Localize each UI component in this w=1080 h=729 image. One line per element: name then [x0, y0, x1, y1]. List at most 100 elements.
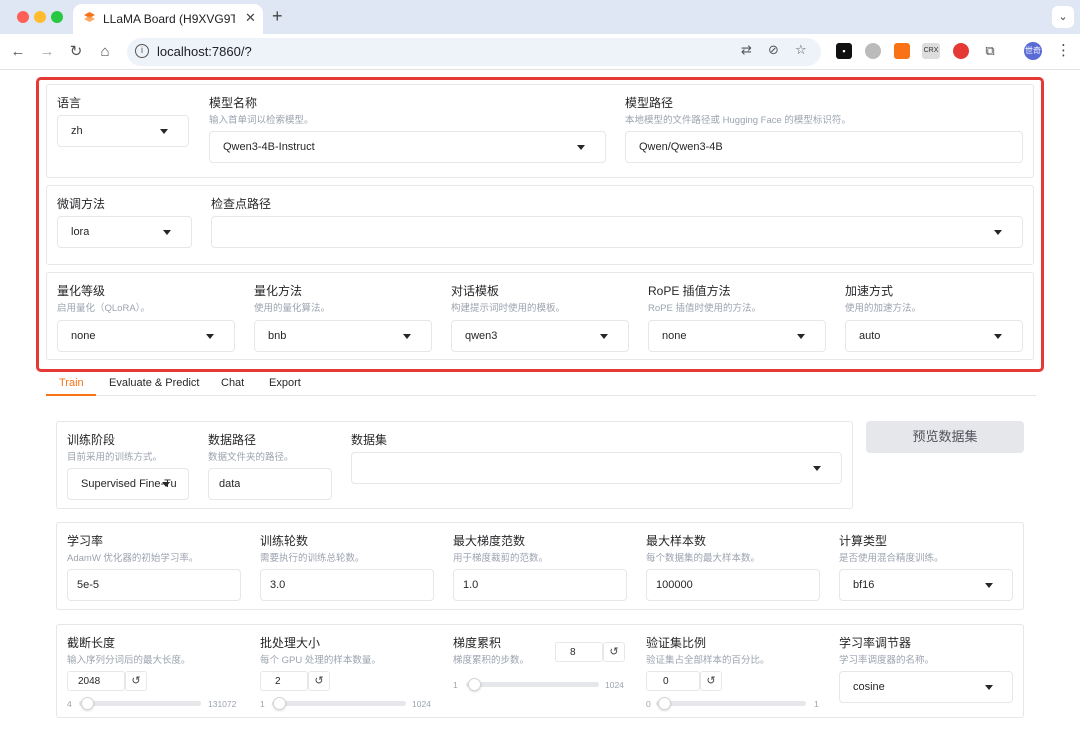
batch-number-input[interactable]: 2 — [260, 671, 308, 691]
max-grad-input[interactable]: 1.0 — [453, 569, 627, 601]
max-samples-label: 最大样本数 — [646, 534, 707, 548]
star-icon[interactable]: ☆ — [795, 42, 807, 58]
back-icon[interactable]: ← — [7, 41, 29, 63]
quant-method-dropdown[interactable]: bnb — [254, 320, 432, 352]
val-size-slider-thumb[interactable] — [658, 697, 671, 710]
chevron-down-icon — [994, 334, 1002, 339]
translate-icon[interactable]: ⇄ — [741, 42, 752, 58]
cutoff-max: 131072 — [208, 699, 237, 709]
val-size-slider[interactable] — [656, 701, 806, 706]
model-path-input[interactable]: Qwen/Qwen3-4B — [625, 131, 1023, 163]
reset-icon[interactable]: ↺ — [603, 642, 625, 662]
finetune-dropdown[interactable]: lora — [57, 216, 192, 248]
extension-icon[interactable]: ▪ — [836, 43, 852, 59]
max-samples-info: 每个数据集的最大样本数。 — [646, 553, 761, 564]
puzzle-icon[interactable]: ⧉ — [982, 43, 998, 59]
booster-dropdown[interactable]: auto — [845, 320, 1023, 352]
browser-tab[interactable]: LLaMA Board (H9XVG9TD99 ✕ — [73, 4, 263, 34]
window-zoom-button[interactable] — [51, 11, 63, 23]
crx-extension-icon[interactable]: CRX — [922, 43, 940, 59]
avatar[interactable]: 世奇 — [1024, 42, 1042, 60]
chevron-down-icon[interactable]: ⌄ — [1052, 6, 1074, 28]
rope-label: RoPE 插值方法 — [648, 284, 731, 298]
window-minimize-button[interactable] — [34, 11, 46, 23]
forward-icon[interactable]: → — [36, 41, 58, 63]
main-tabs: Train Evaluate & Predict Chat Export — [46, 372, 1036, 396]
tab-chat[interactable]: Chat — [221, 377, 244, 389]
val-size-max: 1 — [814, 699, 819, 709]
lang-label: 语言 — [57, 96, 82, 110]
tab-export[interactable]: Export — [269, 377, 301, 389]
preview-dataset-button[interactable]: 预览数据集 — [866, 421, 1024, 453]
dataset-dir-input[interactable]: data — [208, 468, 332, 500]
grad-accum-slider-thumb[interactable] — [468, 678, 481, 691]
lr-input[interactable]: 5e-5 — [67, 569, 241, 601]
url-text[interactable]: localhost:7860/? — [157, 44, 252, 59]
epochs-value: 3.0 — [270, 579, 286, 591]
checkpoint-dropdown[interactable] — [211, 216, 1023, 248]
chevron-down-icon — [577, 145, 585, 150]
template-dropdown[interactable]: qwen3 — [451, 320, 629, 352]
chevron-down-icon — [162, 482, 170, 487]
stage-label: 训练阶段 — [67, 433, 116, 447]
cutoff-slider-thumb[interactable] — [81, 697, 94, 710]
site-info-icon[interactable]: i — [135, 44, 149, 58]
grad-accum-info: 梯度累积的步数。 — [453, 655, 530, 666]
booster-value: auto — [859, 330, 881, 342]
reset-icon[interactable]: ↺ — [700, 671, 722, 691]
model-name-dropdown[interactable]: Qwen3-4B-Instruct — [209, 131, 606, 163]
grad-accum-number-input[interactable]: 8 — [555, 642, 603, 662]
cutoff-number-input[interactable]: 2048 — [67, 671, 125, 691]
chevron-down-icon — [206, 334, 214, 339]
scheduler-label: 学习率调节器 — [839, 636, 912, 650]
chevron-down-icon — [985, 685, 993, 690]
address-bar[interactable]: i localhost:7860/? ⇄ ⊘ ☆ — [127, 38, 821, 66]
epochs-label: 训练轮数 — [260, 534, 309, 548]
cutoff-label: 截断长度 — [67, 636, 116, 650]
reset-icon[interactable]: ↺ — [308, 671, 330, 691]
eye-off-icon[interactable]: ⊘ — [768, 42, 779, 58]
close-tab-icon[interactable]: ✕ — [245, 10, 256, 26]
tab-train[interactable]: Train — [59, 377, 84, 389]
batch-slider[interactable] — [272, 701, 406, 706]
reset-icon[interactable]: ↺ — [125, 671, 147, 691]
template-value: qwen3 — [465, 330, 498, 342]
quant-bit-dropdown[interactable]: none — [57, 320, 235, 352]
grad-accum-label: 梯度累积 — [453, 636, 502, 650]
grad-accum-slider[interactable] — [466, 682, 599, 687]
compute-type-info: 是否使用混合精度训练。 — [839, 553, 944, 564]
chevron-down-icon — [797, 334, 805, 339]
batch-slider-thumb[interactable] — [273, 697, 286, 710]
lang-dropdown[interactable]: zh — [57, 115, 189, 147]
rope-dropdown[interactable]: none — [648, 320, 826, 352]
epochs-input[interactable]: 3.0 — [260, 569, 434, 601]
extension-icon[interactable] — [865, 43, 881, 59]
rope-info: RoPE 插值时使用的方法。 — [648, 303, 761, 314]
cutoff-info: 输入序列分词后的最大长度。 — [67, 655, 191, 666]
chevron-down-icon — [163, 230, 171, 235]
chevron-down-icon — [813, 466, 821, 471]
compute-type-dropdown[interactable]: bf16 — [839, 569, 1013, 601]
booster-label: 加速方式 — [845, 284, 894, 298]
extension-icon[interactable] — [894, 43, 910, 59]
model-path-value: Qwen/Qwen3-4B — [639, 141, 723, 153]
model-name-value: Qwen3-4B-Instruct — [223, 141, 315, 153]
template-label: 对话模板 — [451, 284, 500, 298]
new-tab-icon[interactable]: + — [272, 6, 283, 27]
stage-dropdown[interactable]: Supervised Fine-Tur — [67, 468, 189, 500]
more-menu-icon[interactable]: ⋮ — [1056, 41, 1071, 59]
max-samples-input[interactable]: 100000 — [646, 569, 820, 601]
quant-bit-value: none — [71, 330, 96, 342]
tab-evaluate-predict[interactable]: Evaluate & Predict — [109, 377, 200, 389]
scheduler-value: cosine — [853, 681, 885, 693]
window-close-button[interactable] — [17, 11, 29, 23]
dataset-dropdown[interactable] — [351, 452, 842, 484]
opera-extension-icon[interactable] — [953, 43, 969, 59]
home-icon[interactable]: ⌂ — [94, 41, 116, 63]
dataset-dir-info: 数据文件夹的路径。 — [208, 452, 294, 463]
cutoff-slider[interactable] — [79, 701, 201, 706]
scheduler-dropdown[interactable]: cosine — [839, 671, 1013, 703]
reload-icon[interactable]: ↻ — [65, 41, 87, 63]
max-grad-label: 最大梯度范数 — [453, 534, 526, 548]
val-size-number-input[interactable]: 0 — [646, 671, 700, 691]
